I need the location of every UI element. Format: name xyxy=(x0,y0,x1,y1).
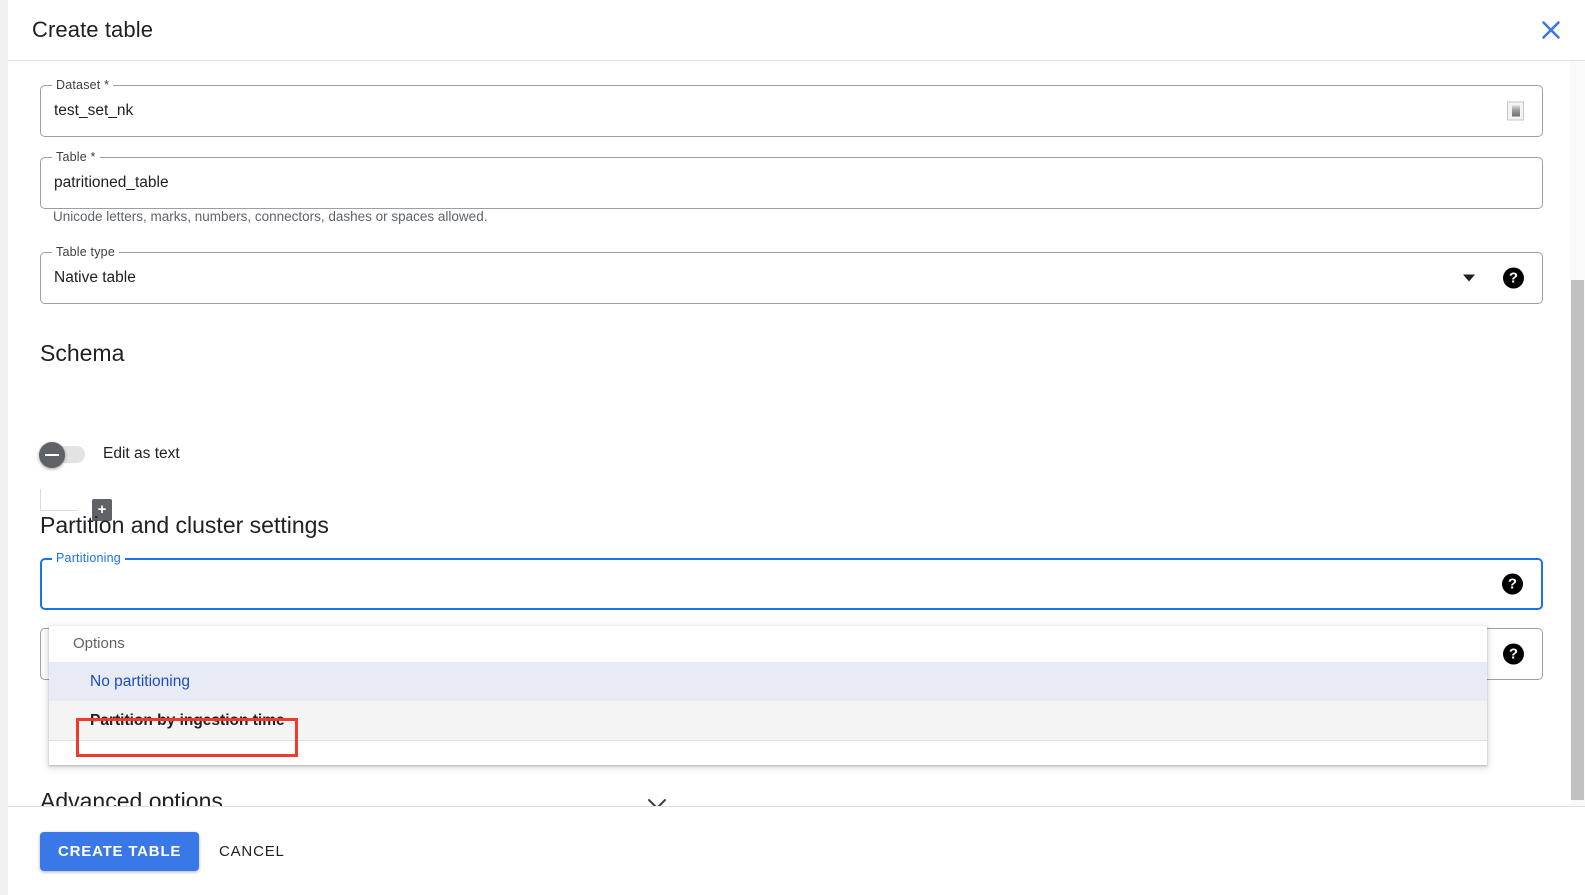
vertical-scrollbar-track[interactable] xyxy=(1570,61,1585,806)
table-type-field-label: Table type xyxy=(52,245,119,259)
schema-tree-bracket xyxy=(40,489,78,511)
cancel-button[interactable]: CANCEL xyxy=(205,832,299,871)
partitioning-dropdown[interactable]: Options No partitioning Partition by ing… xyxy=(49,626,1487,765)
table-type-field-value: Native table xyxy=(54,269,136,286)
partitioning-help-icon[interactable]: ? xyxy=(1502,573,1523,595)
table-name-field[interactable]: Table * patritioned_table xyxy=(40,150,1543,209)
toggle-knob xyxy=(39,441,65,468)
partitioning-field[interactable]: Partitioning ? xyxy=(40,551,1543,610)
clustering-help-icon[interactable]: ? xyxy=(1503,643,1524,665)
dialog-footer: CREATE TABLE CANCEL xyxy=(8,806,1585,895)
dialog-titlebar: Create table xyxy=(8,0,1585,61)
toggle-track xyxy=(39,441,85,468)
dropdown-footer-spacer xyxy=(49,740,1487,765)
dataset-field[interactable]: Dataset * test_set_nk xyxy=(40,78,1543,137)
edit-as-text-label: Edit as text xyxy=(103,445,180,462)
dialog-body: Dataset * test_set_nk Table * patritione… xyxy=(8,61,1585,814)
create-table-dialog: Create table Dataset * test_set_nk Table… xyxy=(8,0,1585,895)
table-type-help-icon[interactable]: ? xyxy=(1503,267,1524,289)
close-icon[interactable] xyxy=(1535,14,1567,46)
vertical-scrollbar-thumb[interactable] xyxy=(1571,280,1584,800)
dataset-field-value: test_set_nk xyxy=(54,102,134,119)
table-type-field[interactable]: Table type Native table ? xyxy=(40,245,1543,304)
dropdown-option-no-partitioning[interactable]: No partitioning xyxy=(49,662,1487,701)
dataset-field-label: Dataset * xyxy=(52,78,114,92)
dialog-title: Create table xyxy=(32,17,154,42)
edit-as-text-toggle[interactable]: Edit as text xyxy=(39,441,180,468)
partition-heading: Partition and cluster settings xyxy=(40,512,329,538)
create-table-button[interactable]: CREATE TABLE xyxy=(40,832,200,871)
table-name-field-value: patritioned_table xyxy=(54,174,169,191)
schema-heading: Schema xyxy=(40,340,125,366)
dropdown-option-partition-by-ingestion-time[interactable]: Partition by ingestion time xyxy=(49,701,1487,740)
table-name-helper-text: Unicode letters, marks, numbers, connect… xyxy=(53,209,488,224)
broken-image-icon xyxy=(1507,101,1524,121)
table-name-field-label: Table * xyxy=(52,150,100,164)
dropdown-header: Options xyxy=(73,635,125,652)
chevron-down-icon[interactable] xyxy=(1463,274,1475,282)
partitioning-field-label: Partitioning xyxy=(52,551,125,565)
